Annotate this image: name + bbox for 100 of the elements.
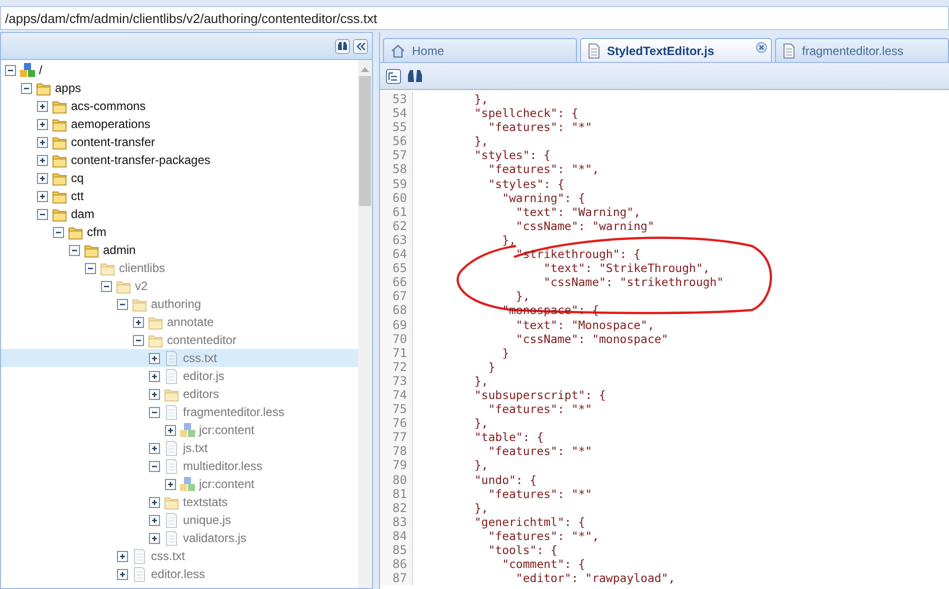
expand-icon[interactable] — [37, 100, 48, 112]
expand-icon[interactable] — [149, 352, 160, 364]
tree-item[interactable]: annotate — [167, 315, 214, 329]
code-line: "warning": { — [501, 190, 586, 205]
code-line: "text": "Warning", — [514, 204, 641, 219]
line-number: 58 — [380, 162, 413, 177]
tree-item[interactable]: unique.js — [183, 513, 232, 527]
collapse-icon[interactable] — [69, 244, 80, 256]
line-number: 55 — [380, 120, 413, 134]
code-line: }, — [473, 374, 488, 388]
expand-icon[interactable] — [165, 478, 176, 490]
expand-icon[interactable] — [37, 154, 48, 166]
line-number: 78 — [380, 444, 413, 458]
scroll-thumb[interactable] — [359, 76, 371, 206]
tree-item[interactable]: css.txt — [151, 549, 186, 563]
file-icon — [163, 350, 180, 366]
tree-item[interactable]: acs-commons — [71, 99, 146, 113]
expand-icon[interactable] — [149, 496, 160, 508]
tree-item[interactable]: editors — [183, 387, 220, 401]
collapse-icon[interactable] — [85, 262, 96, 274]
tree-item[interactable]: dam — [71, 207, 94, 221]
scrollbar[interactable] — [358, 60, 372, 588]
tree-item[interactable]: js.txt — [183, 441, 208, 455]
line-number: 68 — [380, 303, 413, 318]
line-number: 61 — [380, 204, 413, 219]
editor-tab[interactable]: Home — [383, 38, 577, 62]
outline-button[interactable] — [386, 68, 401, 84]
editor-tab[interactable]: StyledTextEditor.js — [580, 38, 772, 62]
tree-item[interactable]: textstats — [183, 495, 228, 509]
expand-icon[interactable] — [149, 514, 160, 526]
code-line: }, — [473, 416, 488, 430]
tree-item[interactable]: contenteditor — [167, 333, 236, 347]
collapse-icon[interactable] — [149, 460, 160, 472]
file-icon — [163, 458, 180, 474]
expand-icon[interactable] — [117, 550, 128, 562]
code-line: "text": "StrikeThrough", — [542, 261, 710, 276]
collapse-icon[interactable] — [37, 208, 48, 220]
double-chevron-icon — [356, 42, 366, 50]
binoculars-icon — [337, 41, 348, 51]
collapse-icon[interactable] — [149, 406, 160, 418]
tree-item[interactable]: / — [39, 63, 42, 77]
tree-item[interactable]: cq — [71, 171, 84, 185]
selected-tree-row[interactable]: css.txt — [1, 349, 358, 367]
code-line: "cssName": "monospace" — [514, 332, 668, 346]
line-number: 62 — [380, 218, 413, 233]
collapse-icon[interactable] — [117, 298, 128, 310]
tree-item[interactable]: authoring — [151, 297, 202, 311]
line-number: 82 — [380, 500, 413, 515]
list-tree-icon — [386, 68, 401, 84]
tree-item[interactable]: admin — [103, 243, 136, 257]
tree-item[interactable]: jcr:content — [199, 423, 254, 437]
tree-item[interactable]: apps — [55, 81, 82, 95]
line-number: 71 — [380, 346, 413, 360]
collapse-icon[interactable] — [53, 226, 64, 238]
file-icon — [131, 548, 148, 564]
search-button[interactable] — [407, 69, 423, 83]
file-icon — [587, 42, 601, 58]
cubes-icon — [179, 476, 196, 492]
line-number: 56 — [380, 134, 413, 148]
collapse-icon[interactable] — [5, 64, 16, 76]
code-line: "spellcheck": { — [473, 106, 578, 120]
tree-item[interactable]: css.txt — [183, 351, 218, 365]
tree-item[interactable]: jcr:content — [199, 477, 254, 491]
close-button[interactable] — [756, 42, 767, 53]
tree-item[interactable]: clientlibs — [119, 261, 166, 275]
expand-icon[interactable] — [133, 316, 144, 328]
collapse-panel-button[interactable] — [353, 38, 368, 54]
collapse-icon[interactable] — [21, 82, 32, 94]
line-number: 84 — [380, 528, 413, 543]
tree-item[interactable]: fragmenteditor.less — [183, 405, 284, 419]
collapse-icon[interactable] — [101, 280, 112, 292]
code-line: "cssName": "strikethrough" — [542, 275, 724, 290]
tree-item[interactable]: cfm — [87, 225, 106, 239]
expand-icon[interactable] — [37, 136, 48, 148]
tree-item[interactable]: v2 — [135, 279, 148, 293]
code-line: "tools": { — [487, 543, 558, 558]
expand-icon[interactable] — [37, 172, 48, 184]
expand-icon[interactable] — [37, 190, 48, 202]
tree-item[interactable]: aemoperations — [71, 117, 150, 131]
collapse-icon[interactable] — [133, 334, 144, 346]
editor-tab[interactable]: fragmenteditor.less — [775, 38, 949, 62]
tree-item[interactable]: editor.less — [151, 567, 206, 581]
expand-icon[interactable] — [117, 568, 128, 580]
tree-item[interactable]: validators.js — [183, 531, 246, 545]
line-number: 54 — [380, 106, 413, 120]
line-number: 65 — [380, 261, 413, 276]
tree-item[interactable]: ctt — [71, 189, 84, 203]
line-number: 60 — [380, 190, 413, 205]
expand-icon[interactable] — [149, 532, 160, 544]
expand-icon[interactable] — [149, 388, 160, 400]
tree-item[interactable]: multieditor.less — [183, 459, 262, 473]
expand-icon[interactable] — [149, 370, 160, 382]
path-field[interactable]: /apps/dam/cfm/admin/clientlibs/v2/authoring/contenteditor/css.txt — [0, 6, 949, 30]
tree-item[interactable]: editor.js — [183, 369, 224, 383]
tree-item[interactable]: content-transfer — [71, 135, 156, 149]
expand-icon[interactable] — [37, 118, 48, 130]
search-button[interactable] — [335, 38, 350, 54]
tree-item[interactable]: content-transfer-packages — [71, 153, 210, 167]
expand-icon[interactable] — [165, 424, 176, 436]
expand-icon[interactable] — [149, 442, 160, 454]
